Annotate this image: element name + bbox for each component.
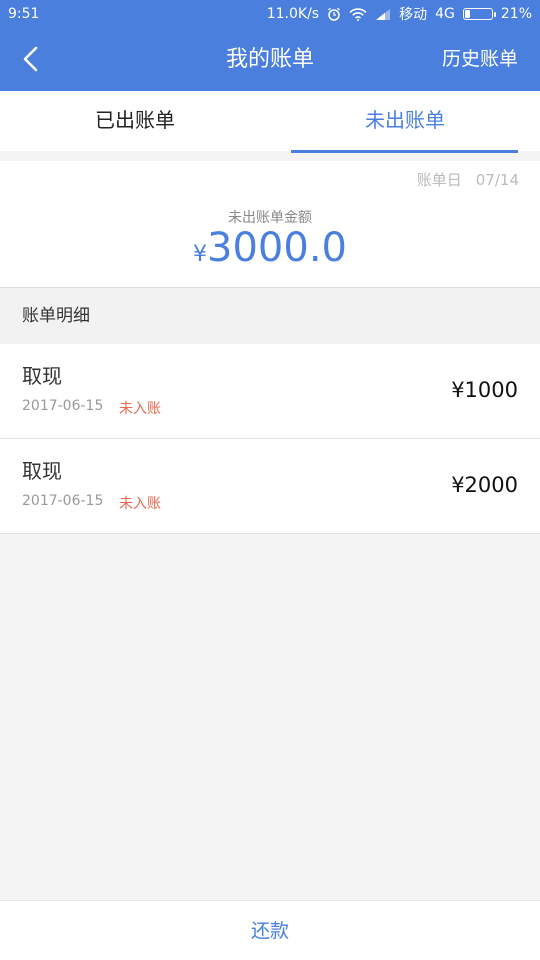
bill-day: 账单日 07/14 bbox=[417, 169, 519, 190]
history-bills-button[interactable]: 历史账单 bbox=[442, 28, 518, 91]
list-item[interactable]: 取现 2017-06-15 未入账 ¥1000 bbox=[0, 344, 540, 439]
bill-details-list: 取现 2017-06-15 未入账 ¥1000 取现 2017-06-15 未入… bbox=[0, 344, 540, 534]
status-time: 9:51 bbox=[8, 6, 40, 22]
status-bar: 9:51 11.0K/s 移动 4G 21% bbox=[0, 0, 540, 28]
item-date: 2017-06-15 bbox=[22, 493, 104, 509]
nav-bar: 我的账单 历史账单 bbox=[0, 28, 540, 91]
bill-tabs: 已出账单 未出账单 bbox=[0, 91, 540, 153]
bill-day-value: 07/14 bbox=[475, 171, 519, 189]
alarm-icon bbox=[327, 7, 341, 21]
tab-unissued-bills[interactable]: 未出账单 bbox=[270, 91, 540, 153]
list-item[interactable]: 取现 2017-06-15 未入账 ¥2000 bbox=[0, 439, 540, 534]
currency-symbol: ¥ bbox=[193, 242, 208, 267]
amount-value: 3000.0 bbox=[207, 225, 347, 271]
carrier: 移动 bbox=[399, 7, 428, 23]
status-right: 11.0K/s 移动 4G 21% bbox=[267, 4, 532, 24]
item-amount: ¥1000 bbox=[451, 378, 518, 402]
item-title: 取现 bbox=[22, 364, 62, 388]
bill-day-label: 账单日 bbox=[416, 171, 462, 189]
network-type: 4G bbox=[435, 6, 455, 22]
battery-level bbox=[464, 10, 470, 18]
bill-summary: 账单日 07/14 未出账单金额 ¥3000.0 bbox=[0, 161, 540, 288]
item-amount: ¥2000 bbox=[451, 473, 518, 497]
unissued-amount: ¥3000.0 bbox=[0, 225, 540, 271]
net-speed: 11.0K/s bbox=[266, 6, 320, 22]
amount-label: 未出账单金额 bbox=[228, 210, 312, 226]
details-header: 账单明细 bbox=[0, 289, 540, 344]
item-status: 未入账 bbox=[119, 401, 161, 417]
battery-icon bbox=[462, 8, 496, 20]
item-title: 取现 bbox=[22, 459, 62, 483]
signal-icon bbox=[375, 8, 391, 20]
battery-percent: 21% bbox=[500, 6, 532, 22]
item-date: 2017-06-15 bbox=[22, 398, 104, 414]
wifi-icon bbox=[349, 7, 367, 21]
tab-issued-bills[interactable]: 已出账单 bbox=[0, 91, 270, 151]
repay-button[interactable]: 还款 bbox=[0, 900, 540, 960]
item-status: 未入账 bbox=[119, 496, 161, 512]
